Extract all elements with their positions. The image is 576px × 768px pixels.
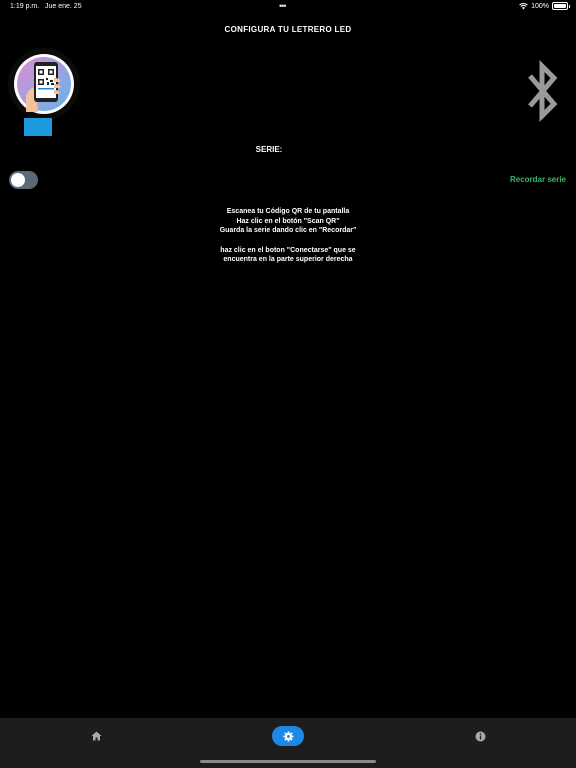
qr-scan-icon bbox=[8, 48, 80, 136]
battery-percent: 100% bbox=[531, 2, 549, 10]
tab-settings[interactable] bbox=[272, 726, 304, 746]
gear-icon bbox=[282, 730, 294, 742]
instructions: Escanea tu Código QR de tu pantalla Haz … bbox=[0, 207, 576, 265]
remember-serie-toggle[interactable] bbox=[9, 171, 38, 189]
battery-icon bbox=[552, 2, 570, 10]
status-indicators: 100% bbox=[519, 2, 570, 10]
instruction-line: encuentra en la parte superior derecha bbox=[223, 256, 353, 263]
home-icon bbox=[91, 731, 101, 741]
tab-home[interactable] bbox=[86, 726, 106, 746]
serie-label: SERIE: bbox=[255, 145, 283, 154]
status-date: Jue ene. 25 bbox=[45, 3, 82, 10]
bluetooth-icon bbox=[528, 59, 558, 123]
page-title: CONFIGURA TU LETRERO LED bbox=[224, 25, 352, 34]
status-time: 1:19 p.m. bbox=[10, 3, 40, 10]
instruction-line: Haz clic en el botón "Scan QR" bbox=[236, 217, 340, 225]
instruction-line: Escanea tu Código QR de tu pantalla bbox=[226, 208, 350, 215]
home-indicator[interactable] bbox=[200, 760, 376, 763]
remember-serie-label[interactable]: Recordar serie bbox=[510, 175, 566, 184]
multitasking-dots-icon[interactable]: ••• bbox=[279, 1, 287, 11]
status-bar: 1:19 p.m. Jue ene. 25 ••• 100% bbox=[0, 0, 576, 14]
instruction-line: haz clic en el boton "Conectarse" que se bbox=[220, 246, 356, 254]
toggle-knob bbox=[11, 173, 25, 187]
wifi-icon bbox=[519, 2, 528, 9]
tab-info[interactable] bbox=[470, 726, 490, 746]
scan-qr-button[interactable] bbox=[8, 48, 80, 138]
instruction-line: Guarda la serie dando clic en "Recordar" bbox=[219, 227, 357, 234]
bluetooth-connect-button[interactable] bbox=[522, 59, 562, 123]
info-icon bbox=[475, 731, 485, 741]
